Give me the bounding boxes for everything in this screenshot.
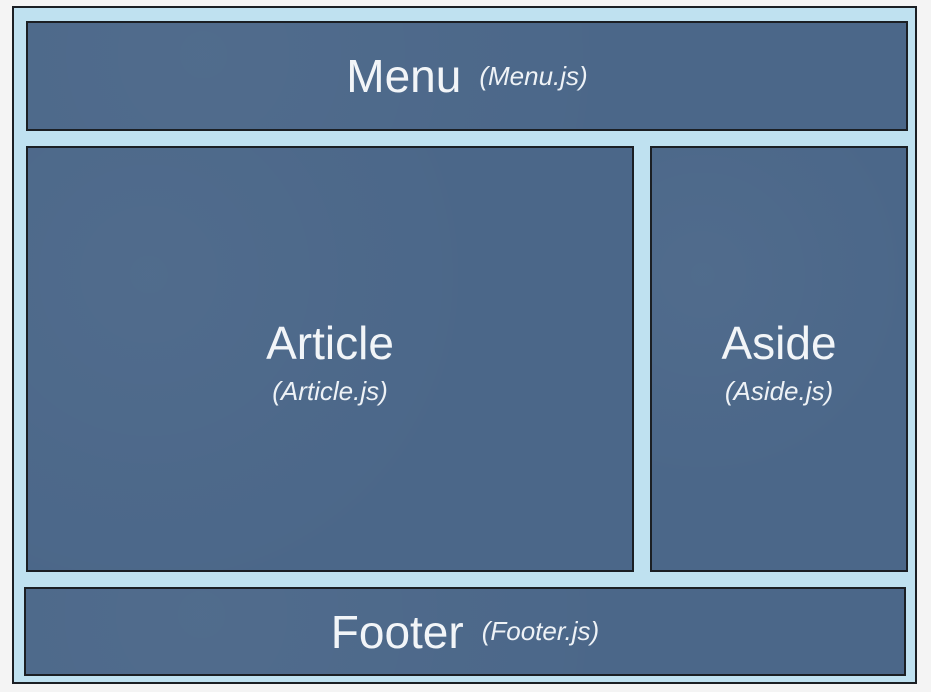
footer-label-group: Footer (Footer.js) bbox=[26, 589, 904, 674]
menu-title: Menu bbox=[346, 50, 462, 102]
layout-diagram-frame: Menu (Menu.js) Article (Article.js) Asid… bbox=[12, 6, 917, 684]
aside-region: Aside (Aside.js) bbox=[650, 146, 908, 572]
article-region: Article (Article.js) bbox=[26, 146, 634, 572]
aside-title: Aside bbox=[721, 316, 837, 369]
menu-label-group: Menu (Menu.js) bbox=[28, 23, 906, 129]
footer-region: Footer (Footer.js) bbox=[24, 587, 906, 676]
aside-file: (Aside.js) bbox=[724, 375, 834, 406]
footer-file: (Footer.js) bbox=[481, 616, 600, 646]
aside-label-group: Aside (Aside.js) bbox=[652, 148, 906, 570]
article-title: Article bbox=[266, 316, 394, 369]
footer-title: Footer bbox=[330, 605, 464, 658]
menu-file: (Menu.js) bbox=[479, 60, 588, 91]
article-label-group: Article (Article.js) bbox=[28, 148, 632, 570]
menu-region: Menu (Menu.js) bbox=[26, 21, 908, 131]
article-file: (Article.js) bbox=[272, 375, 388, 406]
